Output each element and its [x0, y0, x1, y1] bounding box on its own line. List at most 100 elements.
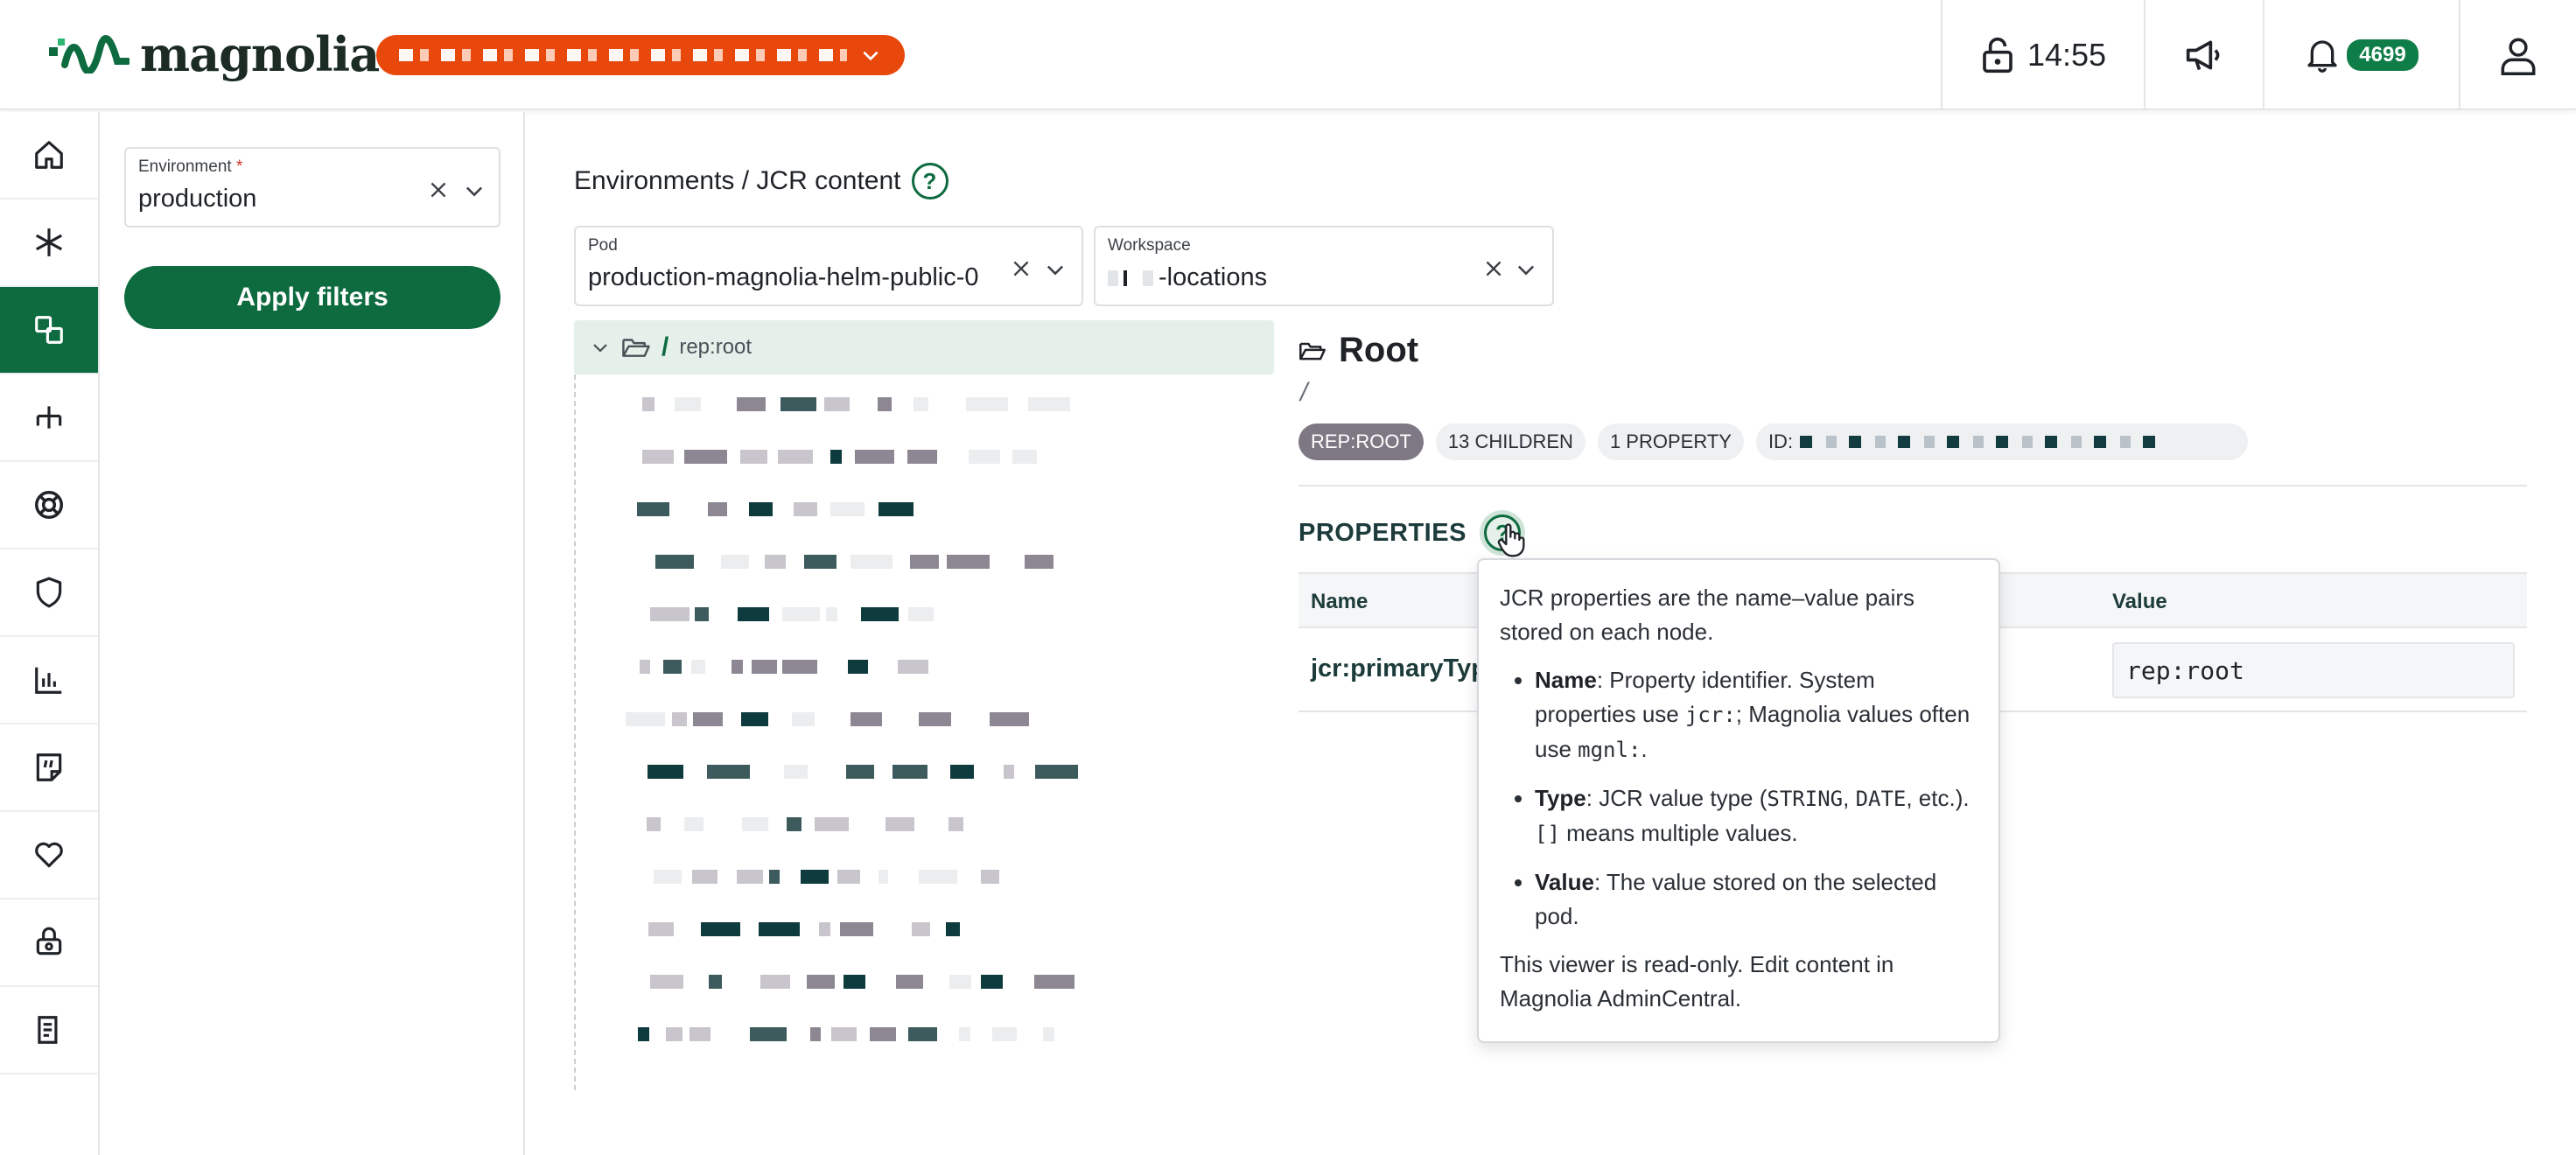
tree-node-redacted[interactable] [618, 1027, 1073, 1048]
redaction-block [663, 660, 682, 674]
clear-icon[interactable] [1010, 257, 1032, 280]
tree-node-redacted[interactable] [618, 660, 1073, 681]
nav-documents[interactable] [0, 987, 98, 1074]
node-title: Root [1298, 331, 1418, 370]
nav-asterisk[interactable] [0, 200, 98, 287]
tooltip-code: jcr: [1684, 703, 1736, 727]
column-header-value[interactable]: Value [2112, 590, 2167, 614]
folder-open-icon [622, 339, 650, 357]
tree-node-redacted[interactable] [618, 870, 1073, 891]
redaction-block [908, 1027, 937, 1041]
tree-node-redacted[interactable] [618, 502, 1073, 523]
tree-node-redacted[interactable] [618, 817, 1073, 838]
redaction-block [1012, 450, 1037, 464]
tree-node-redacted[interactable] [618, 975, 1074, 996]
pod-select[interactable]: Pod production-magnolia-helm-public-0 [574, 226, 1083, 306]
redaction-block [640, 660, 650, 674]
redaction-block [914, 397, 928, 411]
tree-node-redacted[interactable] [618, 397, 1073, 418]
redaction-block [792, 712, 815, 726]
properties-help-icon[interactable]: ? [1483, 514, 1525, 557]
notifications-button[interactable]: 4699 [2263, 0, 2459, 110]
chevron-down-icon [863, 51, 878, 61]
notifications-count-badge: 4699 [2347, 39, 2418, 71]
redaction-block [740, 450, 767, 464]
redaction-block [650, 975, 683, 989]
redaction-block [732, 660, 743, 674]
redaction-block [947, 555, 990, 569]
column-header-name[interactable]: Name [1311, 590, 1368, 614]
nav-environments[interactable] [0, 287, 98, 374]
redaction-block [750, 1027, 787, 1041]
redaction-block [787, 817, 802, 831]
redaction-block [742, 817, 768, 831]
nav-support[interactable] [0, 462, 98, 550]
shield-icon [36, 577, 62, 608]
nav-home[interactable] [0, 112, 98, 200]
redaction-block [691, 660, 705, 674]
redaction-block [981, 975, 1003, 989]
environment-switcher[interactable] [376, 35, 905, 75]
session-timer[interactable]: 14:55 [1941, 0, 2144, 110]
nav-notes[interactable] [0, 724, 98, 812]
redaction-block [709, 975, 722, 989]
nav-analytics[interactable] [0, 637, 98, 724]
redaction-block [638, 1027, 649, 1041]
tooltip-item-type: Type: JCR value type (STRING, DATE, etc.… [1535, 781, 1978, 851]
redaction-block [831, 1027, 857, 1041]
tree-node-root[interactable]: / rep:root [574, 320, 1274, 374]
tree-node-redacted[interactable] [618, 922, 1073, 943]
tree-node-redacted[interactable] [618, 712, 1073, 733]
nav-lab[interactable] [0, 900, 98, 987]
workspace-select[interactable]: Workspace -locations [1094, 226, 1554, 306]
environment-select[interactable]: Environment * production [124, 147, 500, 228]
tree-node-redacted[interactable] [618, 450, 1073, 471]
announcements-button[interactable] [2144, 0, 2263, 110]
tree-node-redacted[interactable] [618, 765, 1078, 786]
tree-node-redacted[interactable] [618, 555, 1073, 576]
nav-favorites[interactable] [0, 812, 98, 900]
chevron-down-icon[interactable] [1514, 257, 1538, 282]
user-menu-button[interactable] [2459, 0, 2576, 110]
redaction-block [870, 1027, 896, 1041]
tooltip-term-value: Value [1535, 869, 1594, 895]
clear-icon[interactable] [1482, 257, 1505, 280]
redaction-block [782, 607, 820, 621]
redaction-block [738, 607, 769, 621]
tooltip-footer: This viewer is read-only. Edit content i… [1500, 951, 1894, 1012]
redaction-block [642, 450, 674, 464]
tooltip-term-type: Type [1535, 785, 1586, 811]
redaction-block [749, 502, 773, 516]
tooltip-term-name: Name [1535, 667, 1597, 693]
chevron-down-icon[interactable] [462, 178, 486, 203]
chevron-down-icon[interactable] [590, 337, 611, 358]
redaction-block [878, 502, 914, 516]
redaction-block [650, 607, 690, 621]
redaction-block [840, 922, 873, 936]
tooltip-text: , etc.). [1906, 785, 1970, 811]
properties-tooltip: JCR properties are the name–value pairs … [1477, 558, 2000, 1043]
fork-icon [36, 406, 62, 429]
nav-fork[interactable] [0, 374, 98, 462]
clear-icon[interactable] [427, 178, 450, 201]
help-icon[interactable]: ? [911, 163, 948, 200]
apply-filters-button[interactable]: Apply filters [124, 266, 500, 329]
node-title-text: Root [1339, 331, 1419, 369]
tree-node-redacted[interactable] [618, 607, 1073, 628]
redaction-block [966, 397, 1008, 411]
redaction-block [692, 870, 718, 884]
nav-security[interactable] [0, 550, 98, 637]
redaction-block [855, 450, 894, 464]
tooltip-item-value: Value: The value stored on the selected … [1535, 865, 1978, 934]
redaction-block [784, 765, 808, 779]
redaction-block [1028, 397, 1070, 411]
tooltip-text: . [1641, 736, 1648, 762]
redaction-block [892, 765, 928, 779]
chevron-down-icon[interactable] [1043, 257, 1068, 282]
magnolia-logo[interactable]: magnolia [49, 26, 380, 82]
redaction-block [981, 870, 999, 884]
node-id-prefix: ID: [1768, 430, 1794, 452]
environment-value: production [138, 185, 257, 213]
node-id-chip: ID: [1755, 424, 2248, 460]
redaction-block [830, 450, 842, 464]
